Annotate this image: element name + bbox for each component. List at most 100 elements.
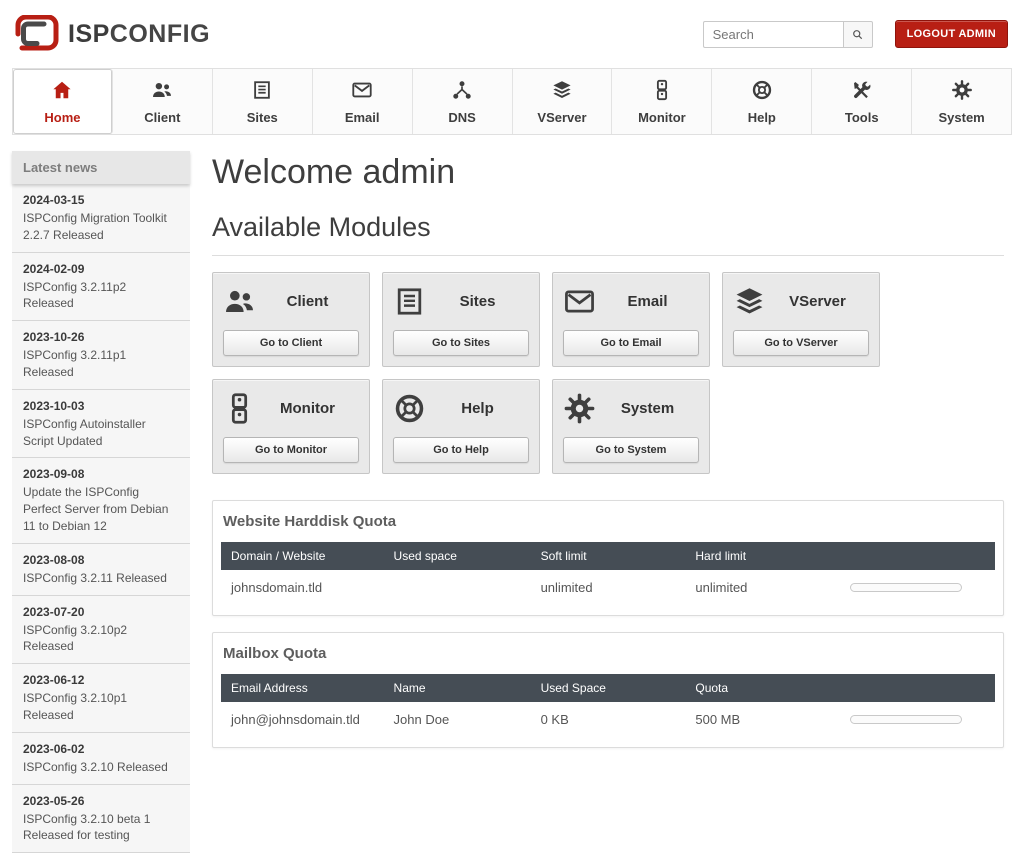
news-item[interactable]: 2023-10-03 ISPConfig Autoinstaller Script… xyxy=(12,390,190,459)
tab-label: Monitor xyxy=(612,110,711,125)
column-header: Quota xyxy=(685,674,840,702)
sidebar: Latest news 2024-03-15ISPConfig Migratio… xyxy=(12,151,190,853)
news-item[interactable]: 2023-10-26ISPConfig 3.2.11p1 Released xyxy=(12,321,190,390)
page: ISPCONFIG LOGOUT ADMIN HomeClientSitesEm… xyxy=(0,0,1024,863)
news-title: ISPConfig Migration Toolkit 2.2.7 Releas… xyxy=(23,210,179,244)
go-to-vserver-button[interactable]: Go to VServer xyxy=(733,330,869,356)
tab-label: Help xyxy=(712,110,811,125)
email-icon xyxy=(563,285,596,318)
news-date: 2023-06-02 xyxy=(23,742,179,756)
module-card-system: System Go to System xyxy=(552,379,710,474)
news-date: 2024-02-09 xyxy=(23,262,179,276)
email-icon xyxy=(351,79,373,101)
column-header: Hard limit xyxy=(685,542,840,570)
news-item[interactable]: 2023-05-26ISPConfig 3.2.10 beta 1 Releas… xyxy=(12,785,190,854)
news-title: ISPConfig Autoinstaller Script Updated xyxy=(23,416,179,450)
table-cell-progress xyxy=(840,570,995,607)
logo-text-secondary: CONFIG xyxy=(110,20,210,48)
news-date: 2023-08-08 xyxy=(23,553,179,567)
news-title: ISPConfig 3.2.10p2 Released xyxy=(23,622,179,656)
tab-dns[interactable]: DNS xyxy=(413,69,513,134)
module-head: Email xyxy=(563,285,699,318)
tab-label: Email xyxy=(313,110,412,125)
news-title: ISPConfig 3.2.11p1 Released xyxy=(23,347,179,381)
column-header: Domain / Website xyxy=(221,542,384,570)
news-date: 2023-05-26 xyxy=(23,794,179,808)
table-cell: 0 KB xyxy=(531,702,686,739)
dns-icon xyxy=(451,79,473,101)
tab-label: System xyxy=(912,110,1011,125)
modules-grid: ClientGo to Client Sites Go to Sites Email G… xyxy=(212,272,1004,474)
go-to-sites-button[interactable]: Go to Sites xyxy=(393,330,529,356)
sites-icon xyxy=(251,79,273,101)
table-cell: John Doe xyxy=(384,702,531,739)
news-date: 2023-07-20 xyxy=(23,605,179,619)
tab-vserver[interactable]: VServer xyxy=(513,69,613,134)
news-item[interactable]: 2024-02-09 ISPConfig 3.2.11p2 Released xyxy=(12,253,190,322)
quota-progress-bar xyxy=(850,715,962,724)
go-to-email-button[interactable]: Go to Email xyxy=(563,330,699,356)
news-list: 2024-03-15ISPConfig Migration Toolkit 2.… xyxy=(12,184,190,853)
news-item[interactable]: 2023-09-08Update the ISPConfig Perfect S… xyxy=(12,458,190,543)
help-icon xyxy=(393,392,426,425)
module-card-client: ClientGo to Client xyxy=(212,272,370,367)
column-header: Used Space xyxy=(531,674,686,702)
header-right: LOGOUT ADMIN xyxy=(703,20,1008,48)
system-icon xyxy=(563,392,596,425)
column-header-progress xyxy=(840,674,995,702)
tab-label: Tools xyxy=(812,110,911,125)
search-input[interactable] xyxy=(703,21,843,48)
tab-email[interactable]: Email xyxy=(313,69,413,134)
module-title: System xyxy=(596,400,699,417)
tab-label: VServer xyxy=(513,110,612,125)
go-to-monitor-button[interactable]: Go to Monitor xyxy=(223,437,359,463)
harddisk-quota-panel: Website Harddisk Quota Domain / WebsiteU… xyxy=(212,500,1004,616)
search-icon xyxy=(851,28,864,41)
tab-sites[interactable]: Sites xyxy=(213,69,313,134)
table-cell: unlimited xyxy=(531,570,686,607)
tab-client[interactable]: Client xyxy=(113,69,213,134)
news-item[interactable]: 2023-06-12ISPConfig 3.2.10p1 Released xyxy=(12,664,190,733)
client-icon xyxy=(223,285,256,318)
news-item[interactable]: 2024-03-15ISPConfig Migration Toolkit 2.… xyxy=(12,184,190,253)
monitor-icon xyxy=(651,79,673,101)
go-to-client-button[interactable]: Go to Client xyxy=(223,330,359,356)
column-header: Used space xyxy=(384,542,531,570)
tab-tools[interactable]: Tools xyxy=(812,69,912,134)
table-cell: unlimited xyxy=(685,570,840,607)
news-title: ISPConfig 3.2.11p2 Released xyxy=(23,279,179,313)
news-title: ISPConfig 3.2.10 Released xyxy=(23,759,179,776)
module-card-email: Email Go to Email xyxy=(552,272,710,367)
news-date: 2023-10-03 xyxy=(23,399,179,413)
tab-label: Sites xyxy=(213,110,312,125)
tab-monitor[interactable]: Monitor xyxy=(612,69,712,134)
tab-help[interactable]: Help xyxy=(712,69,812,134)
module-head: VServer xyxy=(733,285,869,318)
go-to-system-button[interactable]: Go to System xyxy=(563,437,699,463)
module-head: Monitor xyxy=(223,392,359,425)
tools-icon xyxy=(851,79,873,101)
news-item[interactable]: 2023-06-02 ISPConfig 3.2.10 Released xyxy=(12,733,190,785)
quota-progress-bar xyxy=(850,583,962,592)
news-item[interactable]: 2023-07-20 ISPConfig 3.2.10p2 Released xyxy=(12,596,190,665)
news-item[interactable]: 2023-08-08ISPConfig 3.2.11 Released xyxy=(12,544,190,596)
tab-system[interactable]: System xyxy=(912,69,1011,134)
mailbox-quota-table: Email AddressNameUsed SpaceQuotajohn@joh… xyxy=(221,674,995,739)
sidebar-title: Latest news xyxy=(12,151,190,184)
table-row: johnsdomain.tldunlimitedunlimited xyxy=(221,570,995,607)
table-header-row: Domain / WebsiteUsed spaceSoft limitHard… xyxy=(221,542,995,570)
help-icon xyxy=(751,79,773,101)
logout-button[interactable]: LOGOUT ADMIN xyxy=(895,20,1008,48)
tab-home[interactable]: Home xyxy=(13,69,113,134)
module-card-sites: Sites Go to Sites xyxy=(382,272,540,367)
tab-label: Home xyxy=(13,110,112,125)
tab-label: DNS xyxy=(413,110,512,125)
go-to-help-button[interactable]: Go to Help xyxy=(393,437,529,463)
module-title: Sites xyxy=(426,293,529,310)
module-card-monitor: Monitor Go to Monitor xyxy=(212,379,370,474)
table-cell-progress xyxy=(840,702,995,739)
monitor-icon xyxy=(223,392,256,425)
content: Latest news 2024-03-15ISPConfig Migratio… xyxy=(0,135,1024,863)
client-icon xyxy=(151,79,173,101)
search-button[interactable] xyxy=(843,21,873,48)
